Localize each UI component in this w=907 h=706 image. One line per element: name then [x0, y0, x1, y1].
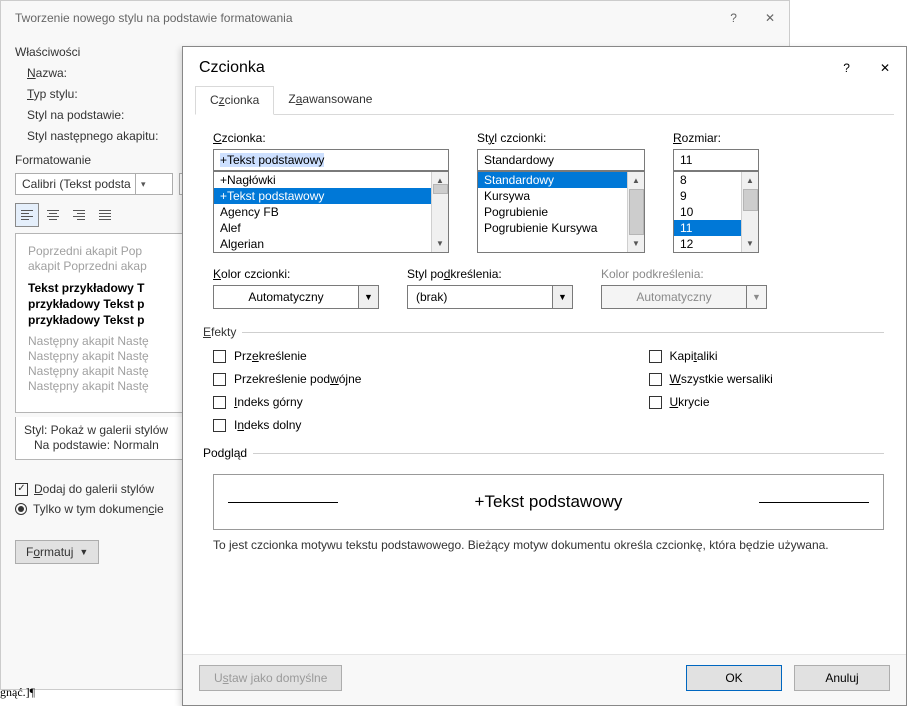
list-item[interactable]: 8 — [674, 172, 741, 188]
checkbox-icon — [213, 419, 226, 432]
list-item[interactable]: +Nagłówki — [214, 172, 431, 188]
align-justify-button[interactable] — [93, 203, 117, 227]
list-item[interactable]: 11 — [674, 220, 741, 236]
document-fragment: gnąć.]¶ — [0, 685, 35, 700]
list-item[interactable]: Pogrubienie — [478, 204, 627, 220]
list-item[interactable]: Kursywa — [478, 188, 627, 204]
chevron-up-icon[interactable]: ▲ — [628, 172, 644, 189]
tab-font[interactable]: Czcionka — [195, 86, 274, 115]
chevron-down-icon: ▼ — [79, 547, 88, 557]
double-strikethrough-checkbox[interactable]: Przekreślenie podwójne — [213, 372, 449, 386]
scroll-thumb[interactable] — [743, 189, 758, 211]
underline-style-combo[interactable]: (brak) ▼ — [407, 285, 573, 309]
checkbox-icon — [213, 396, 226, 409]
font-color-combo[interactable]: Automatyczny ▼ — [213, 285, 379, 309]
font-style-label: Styl czcionki: — [477, 131, 645, 145]
tabs: Czcionka Zaawansowane — [195, 85, 894, 115]
preview-legend: Podgląd — [203, 446, 253, 460]
chevron-down-icon[interactable]: ▼ — [553, 285, 573, 309]
list-item[interactable]: 10 — [674, 204, 741, 220]
chevron-down-icon[interactable]: ▼ — [628, 235, 644, 252]
list-item[interactable]: Alef — [214, 220, 431, 236]
font-preview-box: +Tekst podstawowy — [213, 474, 884, 530]
superscript-checkbox[interactable]: Indeks górny — [213, 395, 449, 409]
set-default-button: Ustaw jako domyślne — [199, 665, 342, 691]
font-style-listbox[interactable]: Standardowy Kursywa Pogrubienie Pogrubie… — [477, 171, 645, 253]
list-item[interactable]: 9 — [674, 188, 741, 204]
help-icon[interactable]: ? — [843, 61, 850, 75]
font-listbox[interactable]: +Nagłówki +Tekst podstawowy Agency FB Al… — [213, 171, 449, 253]
font-size-listbox[interactable]: 8 9 10 11 12 ▲ ▼ — [673, 171, 759, 253]
preview-line-left — [228, 502, 338, 503]
underline-color-combo: Automatyczny ▼ — [601, 285, 767, 309]
font-size-label: Rozmiar: — [673, 131, 759, 145]
font-input[interactable]: +Tekst podstawowy — [213, 149, 449, 171]
chevron-down-icon: ▼ — [747, 285, 767, 309]
chevron-down-icon[interactable]: ▼ — [742, 235, 758, 252]
chevron-down-icon[interactable]: ▼ — [359, 285, 379, 309]
underline-color-label: Kolor podkreślenia: — [601, 267, 767, 281]
list-item[interactable]: Algerian — [214, 236, 431, 252]
align-center-button[interactable] — [41, 203, 65, 227]
close-icon[interactable]: ✕ — [880, 61, 890, 75]
underline-style-label: Styl podkreślenia: — [407, 267, 573, 281]
scrollbar[interactable]: ▲ ▼ — [741, 172, 758, 252]
font-label: Czcionka: — [213, 131, 449, 145]
chevron-down-icon[interactable]: ▼ — [432, 235, 448, 252]
font-size-input[interactable]: 11 — [673, 149, 759, 171]
checkbox-icon — [213, 373, 226, 386]
scroll-thumb[interactable] — [433, 184, 448, 194]
checkbox-icon — [213, 350, 226, 363]
checkbox-icon — [649, 373, 662, 386]
chevron-down-icon[interactable]: ▾ — [135, 174, 151, 194]
font-style-input[interactable]: Standardowy — [477, 149, 645, 171]
help-icon[interactable]: ? — [730, 11, 737, 25]
font-family-combo[interactable]: Calibri (Tekst podsta ▾ — [15, 173, 173, 195]
checkbox-checked-icon: ✓ — [15, 483, 28, 496]
font-preview-sample: +Tekst podstawowy — [475, 492, 623, 512]
font-color-label: Kolor czcionki: — [213, 267, 379, 281]
scroll-thumb[interactable] — [629, 189, 644, 235]
checkbox-icon — [649, 350, 662, 363]
scrollbar[interactable]: ▲ ▼ — [431, 172, 448, 252]
strikethrough-checkbox[interactable]: Przekreślenie — [213, 349, 449, 363]
scrollbar[interactable]: ▲ ▼ — [627, 172, 644, 252]
font-family-value: Calibri (Tekst podsta — [16, 177, 135, 191]
list-item[interactable]: Agency FB — [214, 204, 431, 220]
ok-button[interactable]: OK — [686, 665, 782, 691]
smallcaps-checkbox[interactable]: Kapitaliki — [649, 349, 885, 363]
tab-advanced[interactable]: Zaawansowane — [274, 86, 386, 115]
font-dialog-title: Czcionka — [199, 59, 265, 77]
chevron-up-icon[interactable]: ▲ — [742, 172, 758, 189]
radio-selected-icon — [15, 503, 27, 515]
subscript-checkbox[interactable]: Indeks dolny — [213, 418, 449, 432]
font-preview-note: To jest czcionka motywu tekstu podstawow… — [213, 538, 884, 552]
create-style-title: Tworzenie nowego stylu na podstawie form… — [15, 11, 293, 25]
align-right-button[interactable] — [67, 203, 91, 227]
cancel-button[interactable]: Anuluj — [794, 665, 890, 691]
align-left-button[interactable] — [15, 203, 39, 227]
checkbox-icon — [649, 396, 662, 409]
hidden-checkbox[interactable]: Ukrycie — [649, 395, 885, 409]
effects-legend: Efekty — [203, 325, 242, 339]
close-icon[interactable]: ✕ — [765, 11, 775, 25]
list-item[interactable]: Standardowy — [478, 172, 627, 188]
allcaps-checkbox[interactable]: Wszystkie wersaliki — [649, 372, 885, 386]
font-dialog: Czcionka ? ✕ Czcionka Zaawansowane Czcio… — [182, 46, 907, 706]
format-button[interactable]: Formatuj ▼ — [15, 540, 99, 564]
list-item[interactable]: Pogrubienie Kursywa — [478, 220, 627, 236]
list-item[interactable]: +Tekst podstawowy — [214, 188, 431, 204]
preview-line-right — [759, 502, 869, 503]
list-item[interactable]: 12 — [674, 236, 741, 252]
